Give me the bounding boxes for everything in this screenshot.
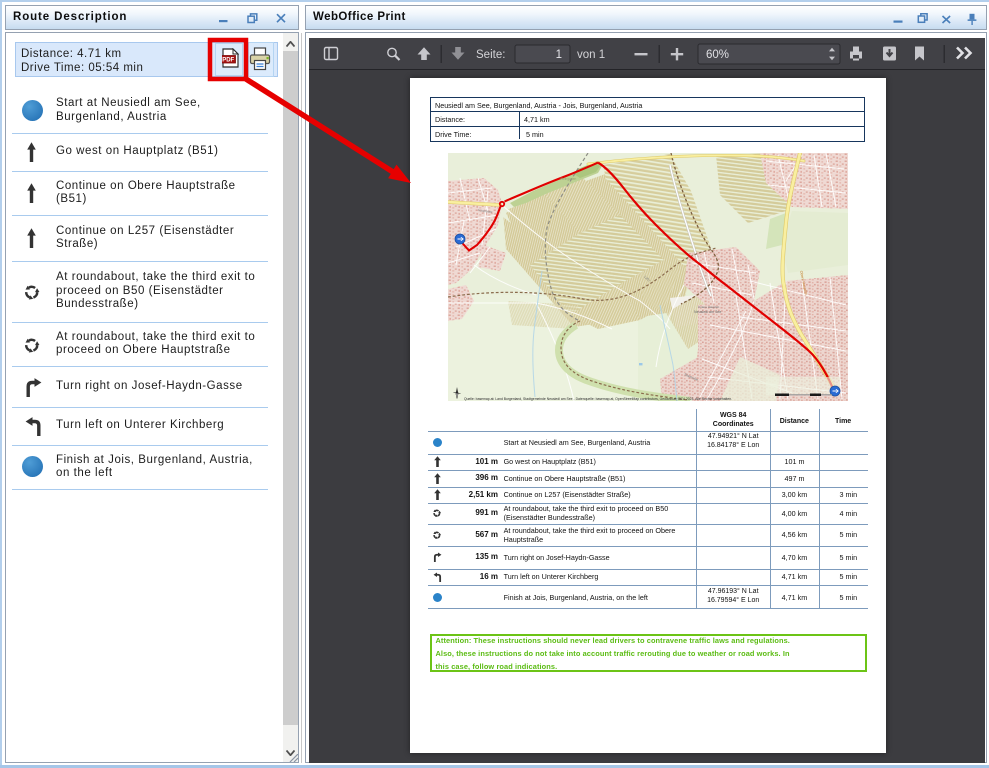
svg-text:Untere Hauptstr.: Untere Hauptstr. [698, 305, 720, 309]
svg-text:Neusiedl am See: Neusiedl am See [694, 310, 721, 314]
svg-text:Seite:: Seite: [476, 49, 505, 61]
svg-text:Quelle: basemap.at: Land Burge: Quelle: basemap.at: Land Burgenland, Sta… [464, 397, 732, 401]
svg-text:von 1: von 1 [577, 49, 605, 61]
svg-text:Weingarten: Weingarten [560, 177, 576, 181]
svg-text:1: 1 [556, 49, 562, 61]
svg-text:60%: 60% [706, 49, 729, 61]
svg-text:PDF: PDF [222, 58, 234, 64]
